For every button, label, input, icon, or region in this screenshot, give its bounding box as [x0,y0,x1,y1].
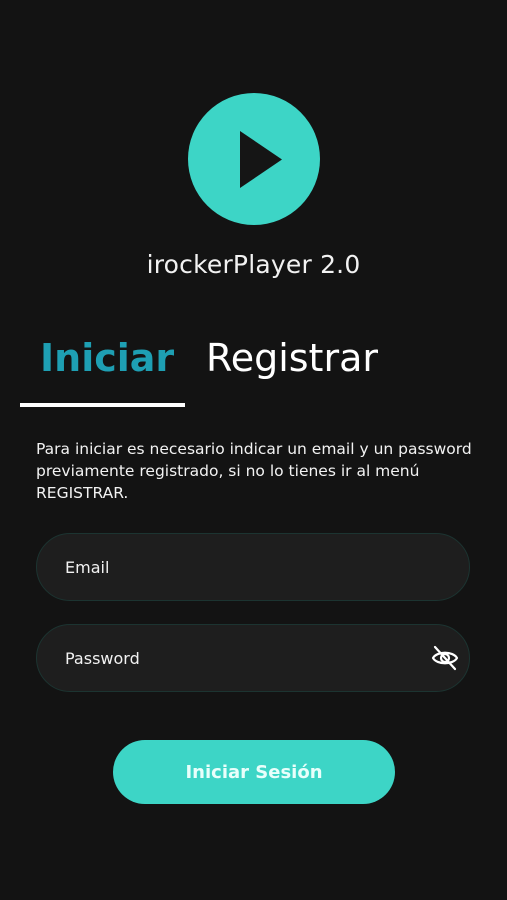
password-field-container [36,624,470,692]
login-instructions: Para iniciar es necesario indicar un ema… [36,440,472,502]
app-title: irockerPlayer 2.0 [146,250,361,279]
auth-tabs: Iniciar Registrar [0,330,507,410]
password-visibility-toggle[interactable] [431,645,459,671]
app-logo [188,93,320,225]
email-input[interactable] [65,534,425,600]
eye-off-icon [431,645,459,671]
password-input[interactable] [65,625,425,691]
tab-iniciar[interactable]: Iniciar [40,330,174,386]
play-icon [240,131,282,188]
login-button[interactable]: Iniciar Sesión [113,740,395,804]
email-field-container [36,533,470,601]
tab-registrar[interactable]: Registrar [206,330,378,386]
active-tab-indicator [20,403,185,407]
